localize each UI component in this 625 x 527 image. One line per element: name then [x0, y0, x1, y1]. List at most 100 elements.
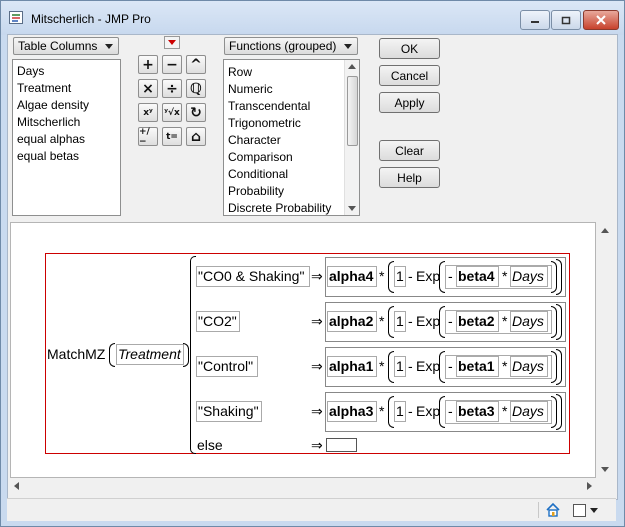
implies-arrow: ⇒ [311, 313, 323, 329]
beta-param[interactable]: beta4 [458, 268, 495, 284]
list-item[interactable]: Algae density [13, 97, 120, 114]
ok-button[interactable]: OK [379, 38, 440, 59]
list-item[interactable]: Character [224, 132, 359, 149]
multiply-key[interactable]: × [138, 79, 158, 98]
list-item[interactable]: equal betas [13, 148, 120, 165]
clear-button[interactable]: Clear [379, 140, 440, 161]
keypad-menu-dropdown[interactable] [164, 36, 180, 49]
subtract-key[interactable]: − [162, 55, 182, 74]
chevron-down-icon [105, 44, 113, 49]
raise-key[interactable]: ^ [186, 55, 206, 74]
one-constant[interactable]: 1 [396, 358, 404, 374]
days-column[interactable]: Days [512, 313, 544, 329]
match-argument[interactable]: Treatment [118, 346, 181, 362]
list-item[interactable]: Trigonometric [224, 115, 359, 132]
scroll-down-icon[interactable] [601, 467, 609, 472]
list-item[interactable]: Discrete Probability [224, 200, 359, 217]
one-constant[interactable]: 1 [396, 268, 404, 284]
table-columns-list[interactable]: Days Treatment Algae density Mitscherlic… [12, 59, 121, 216]
match-function-name[interactable]: MatchMZ [47, 346, 105, 362]
close-button[interactable] [583, 10, 619, 30]
alpha-param[interactable]: alpha1 [329, 358, 373, 374]
functions-dropdown[interactable]: Functions (grouped) [224, 37, 358, 55]
list-item[interactable]: Comparison [224, 149, 359, 166]
close-paren [556, 394, 562, 430]
case-match-value[interactable]: "CO0 & Shaking" [198, 268, 304, 284]
minus-operator: - [408, 268, 413, 284]
swap-key[interactable]: ↻ [186, 103, 206, 122]
maximize-button[interactable] [551, 10, 581, 30]
home-icon[interactable] [545, 502, 561, 518]
implies-arrow: ⇒ [311, 358, 323, 374]
minimize-icon [531, 21, 539, 23]
scroll-down-icon[interactable] [348, 206, 356, 211]
negate-operator: - [448, 313, 453, 329]
negate-operator: - [448, 358, 453, 374]
functions-list-scrollbar[interactable] [344, 60, 359, 215]
beta-param[interactable]: beta3 [458, 403, 495, 419]
power-key[interactable]: xʸ [138, 103, 158, 122]
formula-panel-vscrollbar[interactable] [596, 222, 613, 478]
case-match-value[interactable]: "Shaking" [198, 403, 259, 419]
functions-list[interactable]: Row Numeric Transcendental Trigonometric… [223, 59, 360, 216]
window-list-checkbox[interactable] [573, 504, 586, 517]
list-item[interactable]: Numeric [224, 81, 359, 98]
minus-operator: - [408, 313, 413, 329]
one-constant[interactable]: 1 [396, 403, 404, 419]
beta-param[interactable]: beta2 [458, 313, 495, 329]
scrollbar-thumb[interactable] [347, 76, 358, 146]
alpha-param[interactable]: alpha4 [329, 268, 373, 284]
divide-key[interactable]: ÷ [162, 79, 182, 98]
list-item[interactable]: Treatment [13, 80, 120, 97]
change-sign-key[interactable]: +/− [138, 127, 158, 147]
apply-button[interactable]: Apply [379, 92, 440, 113]
days-column[interactable]: Days [512, 268, 544, 284]
one-constant[interactable]: 1 [396, 313, 404, 329]
beta-param[interactable]: beta1 [458, 358, 495, 374]
case-match-value[interactable]: "CO2" [198, 313, 237, 329]
root-key[interactable]: ʸ√x [162, 103, 182, 122]
list-item[interactable]: Conditional [224, 166, 359, 183]
local-variable-key[interactable]: ℚ [186, 79, 206, 98]
else-empty-slot[interactable] [326, 438, 357, 452]
implies-arrow: ⇒ [311, 437, 323, 453]
days-column[interactable]: Days [512, 403, 544, 419]
title-bar[interactable]: Mitscherlich - JMP Pro [1, 1, 624, 35]
exp-function[interactable]: Exp [416, 313, 440, 329]
case-match-value[interactable]: "Control" [198, 358, 253, 374]
scroll-up-icon[interactable] [348, 64, 356, 69]
exp-function[interactable]: Exp [416, 403, 440, 419]
status-separator [538, 502, 539, 518]
list-item[interactable]: Probability [224, 183, 359, 200]
list-item[interactable]: Transcendental [224, 98, 359, 115]
add-key[interactable]: + [138, 55, 158, 74]
list-item[interactable]: equal alphas [13, 131, 120, 148]
minimize-button[interactable] [520, 10, 550, 30]
days-column[interactable]: Days [512, 358, 544, 374]
close-paren [183, 343, 189, 367]
exp-function[interactable]: Exp [416, 268, 440, 284]
close-icon [596, 15, 606, 25]
chevron-down-icon [344, 44, 352, 49]
scroll-right-icon[interactable] [587, 482, 592, 490]
cancel-button[interactable]: Cancel [379, 65, 440, 86]
list-item[interactable]: Mitscherlich [13, 114, 120, 131]
assignment-key[interactable]: t= [162, 127, 182, 146]
alpha-param[interactable]: alpha2 [329, 313, 373, 329]
negate-operator: - [448, 268, 453, 284]
list-item[interactable]: Days [13, 63, 120, 80]
list-item[interactable]: Row [224, 64, 359, 81]
times-operator: * [502, 313, 508, 329]
exp-function[interactable]: Exp [416, 358, 440, 374]
formula-panel-hscrollbar[interactable] [10, 478, 596, 495]
alpha-param[interactable]: alpha3 [329, 403, 373, 419]
scroll-up-icon[interactable] [601, 228, 609, 233]
chevron-down-icon[interactable] [590, 508, 598, 513]
peel-key[interactable]: ⌂ [186, 127, 206, 146]
implies-arrow: ⇒ [311, 268, 323, 284]
times-operator: * [379, 268, 385, 284]
help-button[interactable]: Help [379, 167, 440, 188]
scroll-left-icon[interactable] [14, 482, 19, 490]
window-title: Mitscherlich - JMP Pro [31, 12, 151, 26]
table-columns-dropdown[interactable]: Table Columns [13, 37, 119, 55]
